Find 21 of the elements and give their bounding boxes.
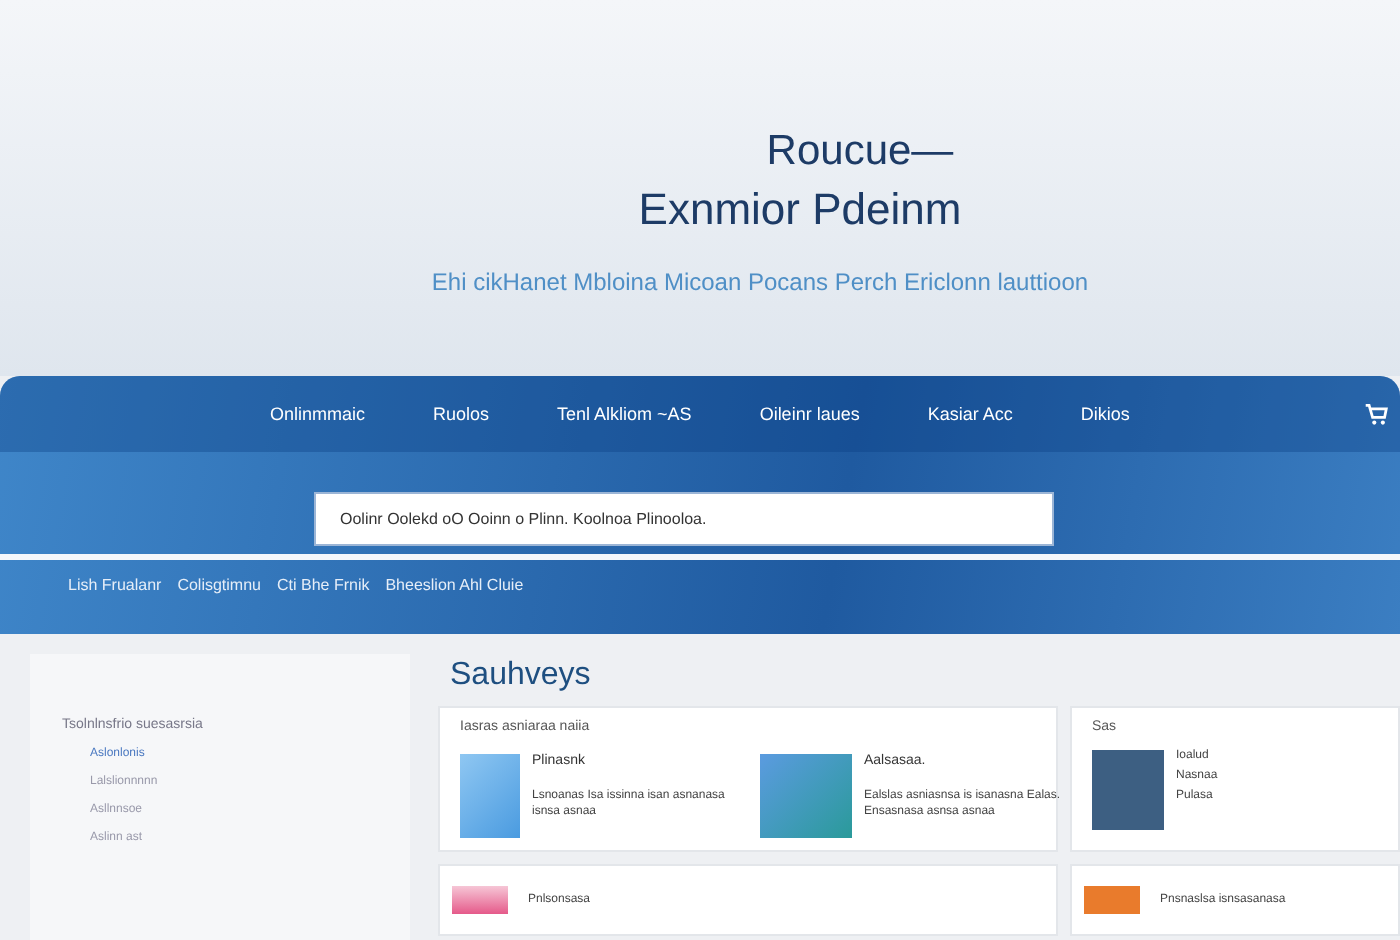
nav-link[interactable]: Dikios [1080,404,1130,424]
nav-link[interactable]: Ruolos [433,404,490,424]
section-title: Sauhveys [450,658,593,694]
nav-link[interactable]: Onlinmmaic [270,404,366,424]
illustration-placeholder [1092,750,1164,830]
thumbnail-placeholder [1084,886,1140,914]
hero-title: Roucue— [766,128,954,176]
breadcrumb-link[interactable]: Colisgtimnu [177,576,261,594]
nav-link[interactable]: Kasiar Acc [927,404,1013,424]
nav-link[interactable]: Tenl Alkliom ~AS [557,404,692,424]
search-field[interactable]: Oolinr Oolekd oO Ooinn o Plinn. Koolnoa Plinooloa. [314,492,1054,546]
breadcrumb-link[interactable]: Bheeslion Ahl Cluie [385,576,524,594]
hero-subtitle: Ehi cikHanet Mbloina Micoan Pocans Perch Ericlonn lauttioon [431,268,1089,296]
breadcrumb-link[interactable]: Lish Frualanr [68,576,162,594]
illustration-placeholder [460,754,520,838]
nav-link[interactable]: Oileinr laues [759,404,860,424]
hero-title: Exnmior Pdeinm [638,184,962,236]
cart-icon[interactable] [1364,402,1388,426]
breadcrumb-link[interactable]: Cti Bhe Frnik [276,576,370,594]
thumbnail-placeholder [452,886,508,914]
illustration-placeholder [760,754,852,838]
